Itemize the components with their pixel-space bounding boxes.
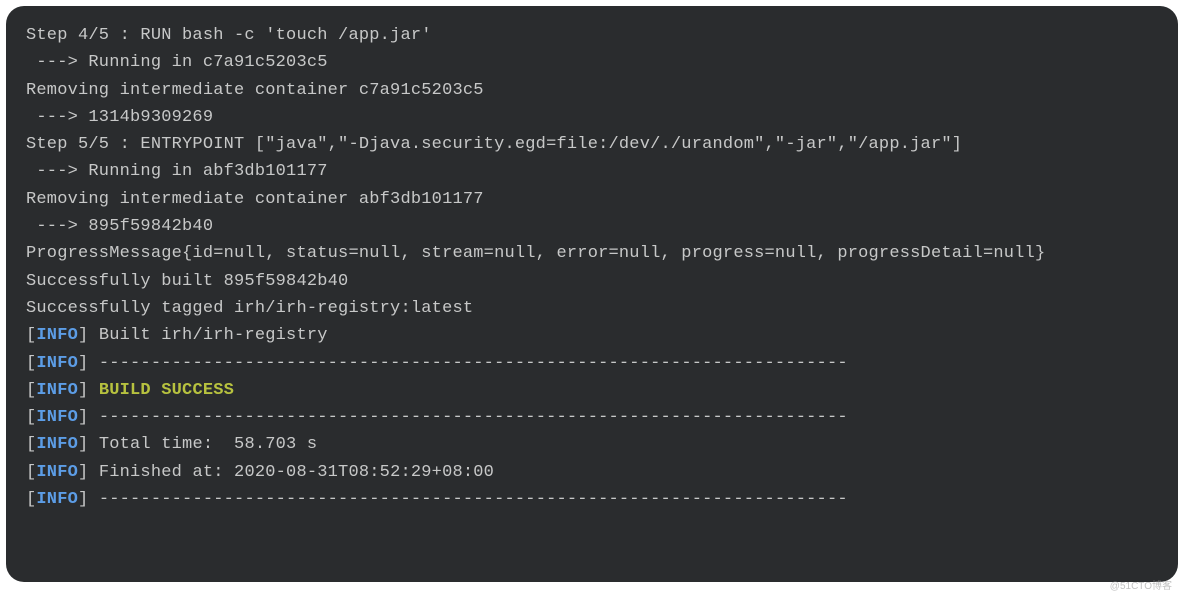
terminal-line: ---> 1314b9309269 bbox=[26, 104, 1158, 131]
terminal-line: ---> Running in abf3db101177 bbox=[26, 158, 1158, 185]
bracket-close: ] bbox=[78, 463, 88, 482]
info-tag: INFO bbox=[36, 463, 78, 482]
terminal-line: ProgressMessage{id=null, status=null, st… bbox=[26, 240, 1158, 267]
info-tag: INFO bbox=[36, 435, 78, 454]
terminal-line: ---> Running in c7a91c5203c5 bbox=[26, 49, 1158, 76]
terminal-info-line: [INFO] ---------------------------------… bbox=[26, 404, 1158, 431]
bracket-close: ] bbox=[78, 490, 88, 509]
info-tag: INFO bbox=[36, 354, 78, 373]
terminal-line: ---> 895f59842b40 bbox=[26, 213, 1158, 240]
terminal-info-line: [INFO] BUILD SUCCESS bbox=[26, 377, 1158, 404]
terminal-line: Removing intermediate container abf3db10… bbox=[26, 186, 1158, 213]
bracket-close: ] bbox=[78, 326, 88, 345]
info-tag: INFO bbox=[36, 490, 78, 509]
build-success: BUILD SUCCESS bbox=[99, 381, 234, 400]
bracket-open: [ bbox=[26, 381, 36, 400]
bracket-open: [ bbox=[26, 435, 36, 454]
bracket-close: ] bbox=[78, 354, 88, 373]
terminal-info-line: [INFO] Built irh/irh-registry bbox=[26, 322, 1158, 349]
bracket-close: ] bbox=[78, 408, 88, 427]
bracket-open: [ bbox=[26, 408, 36, 427]
info-tag: INFO bbox=[36, 381, 78, 400]
terminal-info-line: [INFO] ---------------------------------… bbox=[26, 350, 1158, 377]
terminal-line: Removing intermediate container c7a91c52… bbox=[26, 77, 1158, 104]
bracket-close: ] bbox=[78, 381, 99, 400]
bracket-open: [ bbox=[26, 490, 36, 509]
terminal-line: Step 4/5 : RUN bash -c 'touch /app.jar' bbox=[26, 22, 1158, 49]
terminal-line: Successfully tagged irh/irh-registry:lat… bbox=[26, 295, 1158, 322]
info-text: Finished at: 2020-08-31T08:52:29+08:00 bbox=[88, 463, 494, 482]
info-tag: INFO bbox=[36, 326, 78, 345]
info-text: Total time: 58.703 s bbox=[88, 435, 317, 454]
terminal-info-line: [INFO] Total time: 58.703 s bbox=[26, 431, 1158, 458]
info-text: ----------------------------------------… bbox=[88, 354, 847, 373]
bracket-close: ] bbox=[78, 435, 88, 454]
bracket-open: [ bbox=[26, 354, 36, 373]
info-text: Built irh/irh-registry bbox=[88, 326, 327, 345]
info-text: ----------------------------------------… bbox=[88, 408, 847, 427]
info-text: ----------------------------------------… bbox=[88, 490, 847, 509]
bracket-open: [ bbox=[26, 463, 36, 482]
terminal-window: Step 4/5 : RUN bash -c 'touch /app.jar' … bbox=[6, 6, 1178, 582]
terminal-line: Step 5/5 : ENTRYPOINT ["java","-Djava.se… bbox=[26, 131, 1158, 158]
watermark: @51CTO博客 bbox=[1110, 577, 1172, 592]
terminal-info-line: [INFO] Finished at: 2020-08-31T08:52:29+… bbox=[26, 459, 1158, 486]
terminal-line: Successfully built 895f59842b40 bbox=[26, 268, 1158, 295]
terminal-info-line: [INFO] ---------------------------------… bbox=[26, 486, 1158, 513]
info-tag: INFO bbox=[36, 408, 78, 427]
bracket-open: [ bbox=[26, 326, 36, 345]
